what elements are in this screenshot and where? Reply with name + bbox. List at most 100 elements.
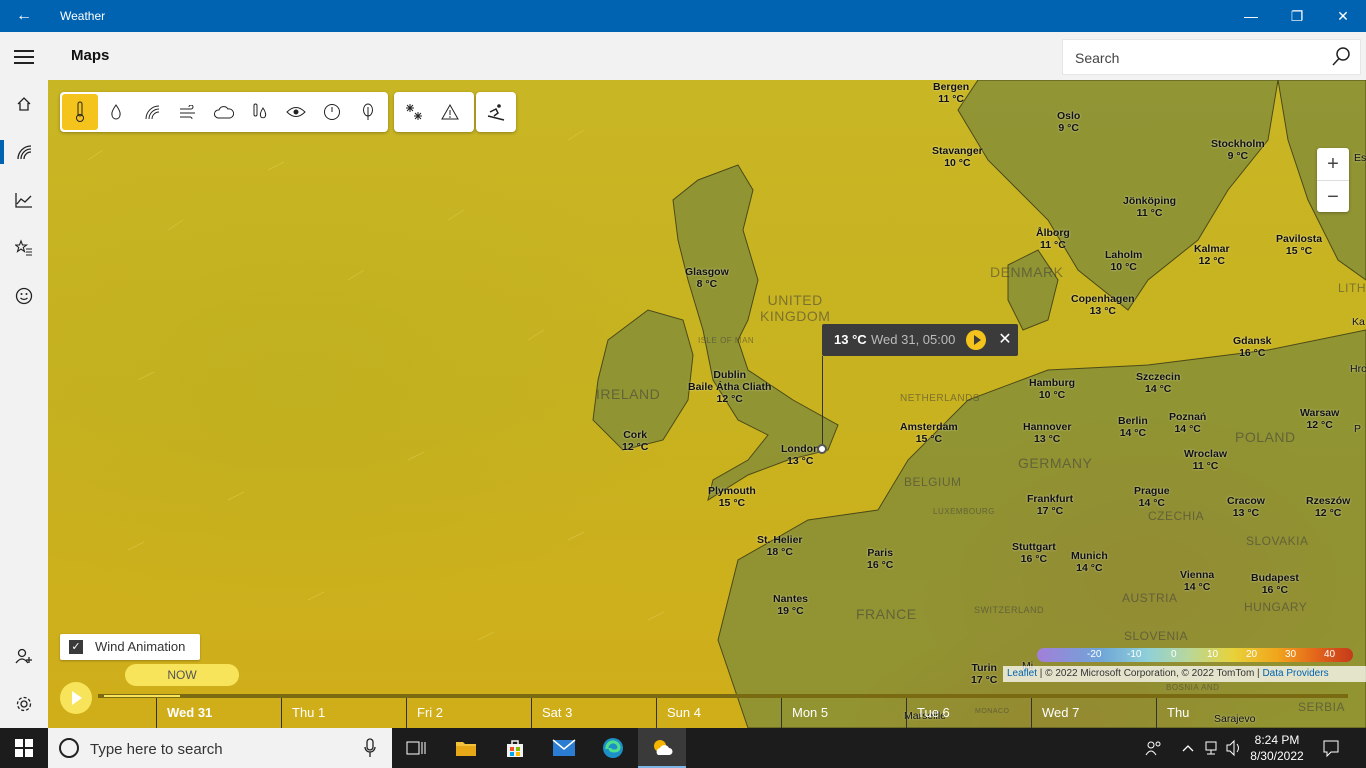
country-label: SWITZERLAND [974, 605, 1045, 615]
city-temp: 12 °C [622, 441, 649, 453]
city-name: St. Helier [757, 534, 803, 546]
window-title: Weather [60, 9, 106, 23]
system-clock[interactable]: 8:24 PM 8/30/2022 [1246, 732, 1308, 764]
city-temp: Baile Átha Cliath 12 °C [688, 381, 772, 405]
taskbar-search-input[interactable] [88, 736, 352, 762]
microphone-icon[interactable] [364, 738, 376, 758]
precipitation-layer-button[interactable] [98, 94, 134, 130]
timeline-day[interactable]: Fri 2 [406, 698, 531, 728]
leaflet-link[interactable]: Leaflet [1007, 668, 1037, 679]
ski-button[interactable] [478, 94, 514, 130]
timeline-day[interactable]: Mon 5 [781, 698, 906, 728]
nav-account[interactable] [0, 632, 48, 680]
timeline-day[interactable]: Wed 31 [156, 698, 281, 728]
timeline-day[interactable]: Wed 7 [1031, 698, 1156, 728]
volume-icon[interactable] [1226, 728, 1242, 768]
start-button[interactable] [0, 728, 48, 768]
search-input[interactable] [1073, 40, 1317, 76]
timeline-day[interactable]: Sat 3 [531, 698, 656, 728]
location-pin[interactable] [817, 444, 827, 454]
city-temp: 13 °C [1089, 305, 1116, 317]
nav-feedback[interactable] [0, 272, 48, 320]
city-temp: 13 °C [787, 455, 814, 467]
title-bar: ← Weather — ❐ ✕ [0, 0, 1366, 32]
city-temp: 9 °C [1227, 150, 1249, 162]
edge-button[interactable] [589, 728, 637, 768]
search-icon[interactable] [1330, 46, 1352, 68]
search-box[interactable] [1062, 39, 1361, 76]
nav-settings[interactable] [0, 680, 48, 728]
task-view-icon [406, 741, 426, 755]
nav-home[interactable] [0, 80, 48, 128]
humidity-layer-button[interactable] [242, 94, 278, 130]
minimize-button[interactable]: — [1228, 0, 1274, 32]
weather-app-button[interactable] [638, 728, 686, 768]
network-icon[interactable] [1204, 728, 1220, 768]
visibility-layer-button[interactable] [278, 94, 314, 130]
restore-button[interactable]: ❐ [1274, 0, 1320, 32]
country-label: AUSTRIA [1122, 591, 1178, 605]
timeline-day[interactable]: Sun 4 [656, 698, 781, 728]
back-button[interactable]: ← [8, 0, 40, 32]
zoom-in-button[interactable]: + [1317, 148, 1349, 181]
close-button[interactable]: ✕ [1320, 0, 1366, 32]
city-name: Stuttgart [1012, 541, 1056, 553]
store-button[interactable] [491, 728, 539, 768]
mail-button[interactable] [540, 728, 588, 768]
timeline-play-button[interactable] [60, 682, 92, 714]
task-view-button[interactable] [392, 728, 440, 768]
chevron-up-icon[interactable] [1182, 728, 1194, 768]
legend-tick: -20 [1087, 649, 1102, 660]
clock-date: 8/30/2022 [1250, 749, 1304, 763]
pollen-layer-button[interactable] [350, 94, 386, 130]
cloud-layer-button[interactable] [206, 94, 242, 130]
snow-icon [405, 103, 423, 121]
cortana-icon [59, 738, 79, 758]
thermometer-icon [74, 101, 86, 123]
nav-maps[interactable] [0, 128, 48, 176]
notifications-icon[interactable] [1322, 728, 1340, 768]
country-label: IRELAND [596, 386, 661, 402]
page-title: Maps [71, 47, 110, 64]
country-label: POLAND [1235, 429, 1296, 445]
pressure-layer-button[interactable] [314, 94, 350, 130]
nav-historical-weather[interactable] [0, 176, 48, 224]
zoom-out-button[interactable]: − [1317, 181, 1349, 213]
tooltip-temperature: 13 °C [834, 332, 867, 347]
data-providers-link[interactable]: Data Providers [1262, 668, 1328, 679]
timeline-day[interactable]: Tue 6 [906, 698, 1031, 728]
severe-weather-button[interactable] [432, 94, 468, 130]
wind-layer-button[interactable] [170, 94, 206, 130]
hamburger-menu-button[interactable] [0, 32, 48, 80]
city-temp: 16 °C [1020, 553, 1048, 565]
zoom-control: + − [1317, 148, 1349, 212]
mail-icon [552, 739, 576, 756]
snow-layer-button[interactable] [396, 94, 432, 130]
city-label: Sarajevo [1214, 713, 1256, 725]
feedback-icon [15, 287, 33, 305]
wind-icon [179, 105, 197, 119]
timeline-progress [104, 695, 180, 697]
file-explorer-button[interactable] [442, 728, 490, 768]
temperature-layer-button[interactable] [62, 94, 98, 130]
checkbox-checked-icon[interactable]: ✓ [69, 640, 83, 654]
city-name: Berlin [1118, 415, 1148, 427]
city-temp: 16 °C [1261, 584, 1289, 596]
city-temp: 10 °C [944, 157, 971, 169]
tooltip-play-button[interactable] [966, 330, 986, 350]
wind-animation-toggle[interactable]: ✓ Wind Animation [60, 634, 200, 660]
timeline-day[interactable]: Thu 1 [281, 698, 406, 728]
nav-favorites[interactable] [0, 224, 48, 272]
radar-layer-button[interactable] [134, 94, 170, 130]
city-label: Ka [1352, 316, 1365, 328]
taskbar-search[interactable] [48, 728, 392, 768]
people-button[interactable] [1130, 728, 1178, 768]
warning-icon [441, 104, 459, 120]
city-name: Cork [623, 429, 648, 441]
timeline-day[interactable]: Thu 8 [1156, 698, 1196, 728]
ski-toolbar [476, 92, 516, 132]
settings-icon [15, 695, 33, 713]
weather-map[interactable]: + − DENMARK UNITED KINGDOM IRELAND ISLE … [48, 80, 1366, 728]
tooltip-close-button[interactable]: ✕ [994, 324, 1016, 356]
temperature-legend: -20 -10 0 10 20 30 40 [1037, 648, 1353, 662]
